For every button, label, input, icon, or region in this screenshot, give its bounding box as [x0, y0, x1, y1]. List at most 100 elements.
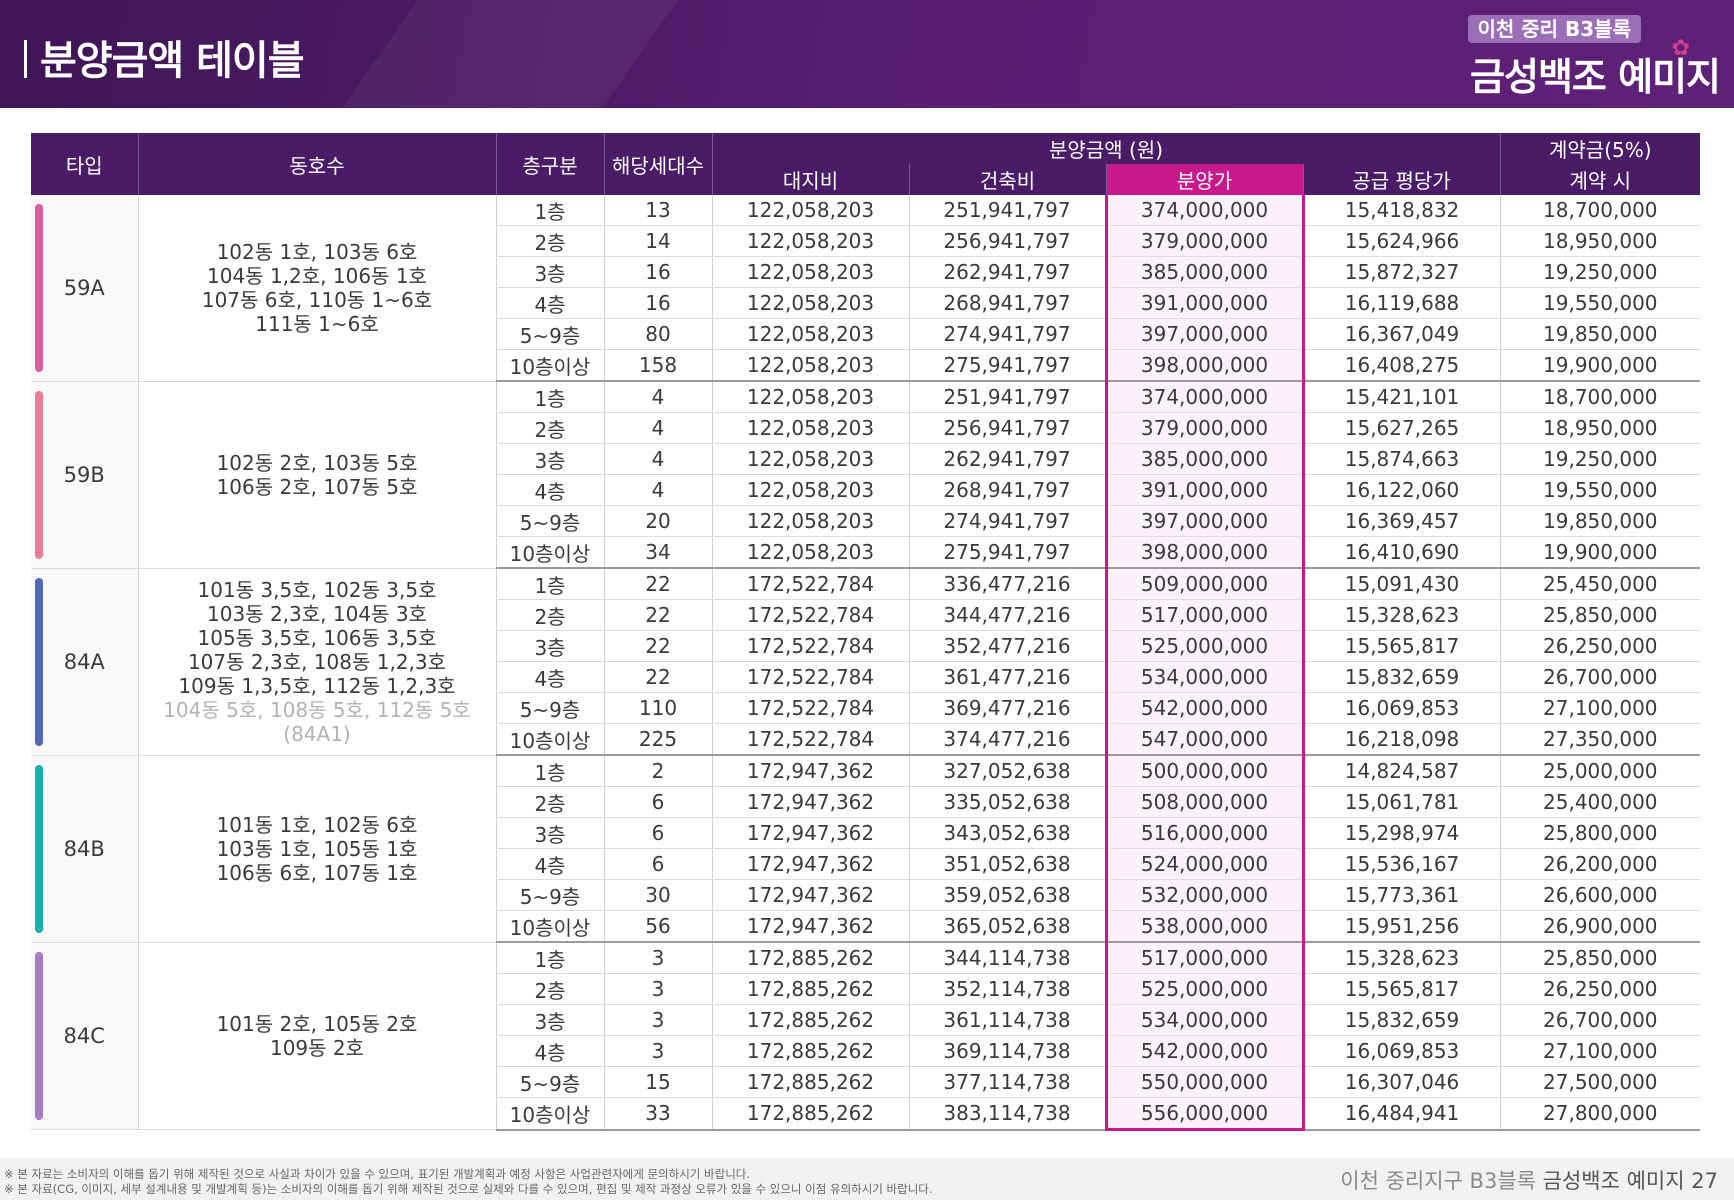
land-cost-cell: 122,058,203 [711, 412, 909, 444]
households-cell: 3 [603, 1035, 712, 1067]
land-cost-cell: 172,947,362 [711, 910, 909, 943]
units-line: 106동 6호, 107동 1호 [216, 860, 418, 885]
per-pyeong-cell: 16,069,853 [1302, 692, 1501, 724]
building-cost-cell: 352,477,216 [908, 630, 1106, 662]
per-pyeong-cell: 15,421,101 [1302, 381, 1501, 413]
per-pyeong-cell: 15,418,832 [1302, 195, 1501, 226]
header-units: 동호수 [137, 133, 496, 195]
households-cell: 33 [603, 1097, 712, 1131]
households-cell: 4 [603, 412, 712, 444]
households-cell: 3 [603, 942, 712, 974]
type-label: 59A [63, 275, 105, 300]
land-cost-cell: 172,522,784 [711, 599, 909, 631]
units-line: 109동 1,3,5호, 112동 1,2,3호 [178, 673, 456, 698]
households-cell: 14 [603, 225, 712, 257]
land-cost-cell: 172,522,784 [711, 661, 909, 693]
type-cell: 59A [31, 195, 138, 382]
per-pyeong-cell: 15,091,430 [1302, 568, 1501, 600]
sale-price-cell: 517,000,000 [1104, 942, 1305, 974]
footer-site: 이천 중리지구 B3블록 [1340, 1169, 1536, 1193]
sale-price-cell: 538,000,000 [1104, 910, 1305, 943]
units-line: 101동 3,5호, 102동 3,5호 [197, 577, 437, 602]
floor-cell: 4층 [495, 1035, 604, 1067]
sale-price-cell: 534,000,000 [1104, 661, 1305, 693]
building-cost-cell: 268,941,797 [908, 287, 1106, 319]
units-line: 105동 3,5호, 106동 3,5호 [197, 625, 437, 650]
building-cost-cell: 377,114,738 [908, 1066, 1106, 1098]
floor-cell: 4층 [495, 287, 604, 319]
floor-cell: 4층 [495, 474, 604, 506]
per-pyeong-cell: 15,624,966 [1302, 225, 1501, 257]
deposit-cell: 26,700,000 [1499, 1004, 1701, 1036]
building-cost-cell: 365,052,638 [908, 910, 1106, 943]
sale-price-cell: 385,000,000 [1104, 256, 1305, 288]
type-label: 84C [63, 1023, 105, 1048]
households-cell: 80 [603, 318, 712, 350]
building-cost-cell: 262,941,797 [908, 443, 1106, 475]
sale-price-cell: 508,000,000 [1104, 786, 1305, 818]
building-cost-cell: 274,941,797 [908, 318, 1106, 350]
building-cost-cell: 344,114,738 [908, 942, 1106, 974]
per-pyeong-cell: 15,627,265 [1302, 412, 1501, 444]
sale-price-cell: 397,000,000 [1104, 505, 1305, 537]
type-color-stripe [35, 390, 43, 559]
land-cost-cell: 172,522,784 [711, 723, 909, 756]
floor-cell: 1층 [495, 195, 604, 226]
land-cost-cell: 172,947,362 [711, 755, 909, 787]
sale-price-cell: 398,000,000 [1104, 349, 1305, 382]
type-color-stripe [35, 204, 43, 372]
units-line: 101동 2호, 105동 2호 [216, 1011, 418, 1036]
sale-price-cell: 542,000,000 [1104, 1035, 1305, 1067]
building-cost-cell: 256,941,797 [908, 225, 1106, 257]
units-line: 107동 6호, 110동 1~6호 [201, 287, 433, 312]
deposit-cell: 19,550,000 [1499, 287, 1701, 319]
floor-cell: 2층 [495, 599, 604, 631]
header-land: 대지비 [711, 164, 909, 195]
type-cell: 84B [31, 755, 138, 943]
per-pyeong-cell: 15,832,659 [1302, 1004, 1501, 1036]
sale-price-cell: 391,000,000 [1104, 474, 1305, 506]
land-cost-cell: 172,885,262 [711, 973, 909, 1005]
floor-cell: 3층 [495, 1004, 604, 1036]
households-cell: 22 [603, 568, 712, 600]
land-cost-cell: 122,058,203 [711, 256, 909, 288]
page-footer: ※ 본 자료는 소비자의 이해를 돕기 위해 제작된 것으로 사실과 차이가 있… [0, 1158, 1734, 1200]
floor-cell: 10층이상 [495, 349, 604, 382]
sale-price-cell: 398,000,000 [1104, 536, 1305, 569]
units-line: 109동 2호 [269, 1035, 365, 1060]
households-cell: 4 [603, 381, 712, 413]
building-cost-cell: 256,941,797 [908, 412, 1106, 444]
deposit-cell: 18,700,000 [1499, 195, 1701, 226]
units-cell: 102동 1호, 103동 6호 104동 1,2호, 106동 1호 107동 6… [137, 195, 496, 382]
per-pyeong-cell: 15,874,663 [1302, 443, 1501, 475]
footer-branding: 이천 중리지구 B3블록 금성백조 예미지 27 [1340, 1165, 1718, 1195]
land-cost-cell: 122,058,203 [711, 318, 909, 350]
households-cell: 2 [603, 755, 712, 787]
floor-cell: 2층 [495, 225, 604, 257]
deposit-cell: 18,950,000 [1499, 225, 1701, 257]
floor-cell: 1층 [495, 568, 604, 600]
land-cost-cell: 122,058,203 [711, 195, 909, 226]
deposit-cell: 19,900,000 [1499, 536, 1701, 569]
building-cost-cell: 359,052,638 [908, 879, 1106, 911]
building-cost-cell: 327,052,638 [908, 755, 1106, 787]
land-cost-cell: 172,885,262 [711, 1004, 909, 1036]
per-pyeong-cell: 16,369,457 [1302, 505, 1501, 537]
per-pyeong-cell: 15,565,817 [1302, 630, 1501, 662]
building-cost-cell: 262,941,797 [908, 256, 1106, 288]
deposit-cell: 18,950,000 [1499, 412, 1701, 444]
deposit-cell: 26,700,000 [1499, 661, 1701, 693]
floor-cell: 2층 [495, 973, 604, 1005]
deposit-cell: 26,900,000 [1499, 910, 1701, 943]
building-cost-cell: 251,941,797 [908, 195, 1106, 226]
deposit-cell: 25,850,000 [1499, 942, 1701, 974]
households-cell: 4 [603, 474, 712, 506]
deposit-cell: 26,600,000 [1499, 879, 1701, 911]
header-type: 타입 [31, 133, 138, 195]
units-cell: 102동 2호, 103동 5호 106동 2호, 107동 5호 [137, 381, 496, 569]
deposit-cell: 19,550,000 [1499, 474, 1701, 506]
building-cost-cell: 369,477,216 [908, 692, 1106, 724]
land-cost-cell: 122,058,203 [711, 381, 909, 413]
households-cell: 20 [603, 505, 712, 537]
units-line: 106동 2호, 107동 5호 [216, 474, 418, 499]
